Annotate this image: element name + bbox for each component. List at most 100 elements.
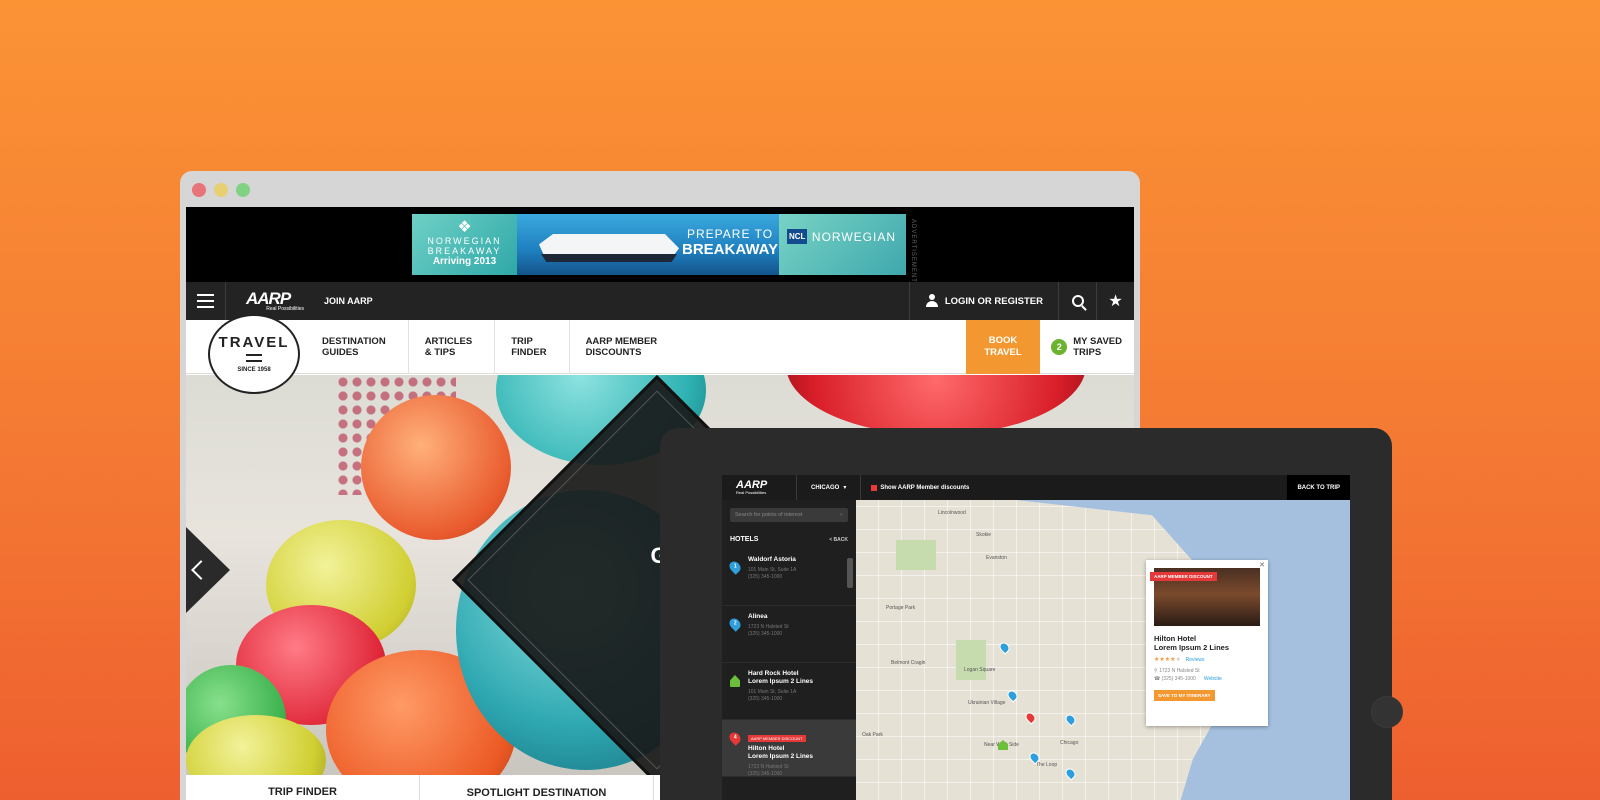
aarp-logo[interactable]: AARP Real Possibilities: [246, 288, 304, 312]
subnav-member-discounts[interactable]: AARP MEMBER DISCOUNTS: [570, 320, 680, 374]
travel-badge-word: TRAVEL: [218, 334, 290, 351]
close-window-dot[interactable]: [192, 183, 206, 197]
poi-search-input[interactable]: Search for points of interest ○: [730, 508, 848, 522]
hero-prev-arrow-icon[interactable]: [186, 527, 230, 613]
list-back-button[interactable]: < BACK: [829, 537, 848, 543]
hotels-sidebar: Search for points of interest ○ HOTELS <…: [722, 500, 856, 800]
subnav-trip-finder[interactable]: TRIP FINDER: [495, 319, 570, 374]
login-register-button[interactable]: LOGIN OR REGISTER: [908, 282, 1058, 320]
subnav-destination-guides[interactable]: DESTINATION GUIDES: [306, 319, 409, 374]
ad-bar: ❖ NORWEGIAN BREAKAWAY Arriving 2013 PREP…: [186, 207, 1134, 283]
top-nav-actions: LOGIN OR REGISTER ★: [908, 282, 1134, 320]
aarp-logo-word-small: AARP: [736, 479, 768, 491]
discount-toggle-label: Show AARP Member discounts: [880, 484, 970, 491]
sidebar-scrollbar[interactable]: [847, 558, 853, 588]
maximize-window-dot[interactable]: [236, 183, 250, 197]
map-label: Oak Park: [862, 732, 883, 738]
popup-discount-badge: AARP MEMBER DISCOUNT: [1150, 572, 1217, 581]
hamburger-menu-icon[interactable]: [186, 282, 226, 320]
popup-hotel-name: Hilton Hotel Lorem Ipsum 2 Lines: [1154, 634, 1230, 652]
map-label: Portage Park: [886, 605, 916, 611]
map-pin-icon: 2: [727, 616, 743, 632]
minimize-window-dot[interactable]: [214, 183, 228, 197]
map-label: Chicago: [1060, 740, 1079, 746]
search-button[interactable]: [1058, 282, 1096, 320]
hotel-list-item[interactable]: 2 Alinea 1723 N Halsted St (325) 345-100…: [722, 606, 856, 663]
tablet-mockup: AARP Real Possibilities CHICAGO ▾ Show A…: [660, 428, 1403, 800]
tablet-screen: AARP Real Possibilities CHICAGO ▾ Show A…: [722, 475, 1350, 800]
star-rating-filled: ★★★★: [1154, 657, 1176, 663]
hotel-address: 1723 N Halsted St (325) 345-1000: [748, 764, 789, 777]
chicago-map[interactable]: Lincolnwood Skokie Evanston Portage Park…: [856, 500, 1350, 800]
ad-right-panel: NCL NORWEGIAN: [779, 214, 906, 275]
popup-phone: (325) 345-1000: [1161, 676, 1196, 682]
book-travel-button[interactable]: BOOK TRAVEL: [966, 320, 1040, 374]
ad-cruise-ship-image: PREPARE TO BREAKAWAY: [517, 214, 779, 275]
map-label: Ukrainian Village: [968, 700, 1006, 706]
hotel-address: 1723 N Halsted St (325) 345-1000: [748, 624, 789, 637]
hotel-list-item[interactable]: 1 Waldorf Astoria 101 Main St, Suite 1A …: [722, 549, 856, 606]
hotels-title: HOTELS: [730, 536, 759, 543]
chevron-down-icon: ▾: [843, 485, 847, 491]
ad-left-title: BREAKAWAY: [427, 246, 502, 256]
join-aarp-link[interactable]: JOIN AARP: [324, 296, 373, 306]
wave-lines-icon: [246, 354, 262, 362]
star-rating-empty: ★: [1175, 657, 1181, 663]
map-park: [956, 640, 986, 680]
hotel-map-popup: ✕ AARP MEMBER DISCOUNT Hilton Hotel Lore…: [1146, 560, 1268, 726]
website-link[interactable]: Website: [1204, 676, 1222, 682]
home-pin-icon: [730, 675, 740, 687]
hotel-list-item-selected[interactable]: 4 AARP MEMBER DISCOUNT Hilton Hotel Lore…: [722, 720, 856, 777]
map-label: The Loop: [1036, 762, 1058, 768]
aarp-logo-small[interactable]: AARP Real Possibilities: [736, 479, 796, 496]
checkbox-icon: [871, 484, 878, 491]
member-discount-badge: AARP MEMBER DISCOUNT: [748, 735, 806, 742]
travel-badge-logo[interactable]: TRAVEL SINCE 1958: [208, 314, 300, 394]
ad-banner[interactable]: ❖ NORWEGIAN BREAKAWAY Arriving 2013 PREP…: [412, 214, 906, 275]
popup-address: 1723 N Halsted St: [1159, 668, 1200, 674]
saved-trips-link[interactable]: 2 MY SAVED TRIPS: [1051, 320, 1122, 374]
hotel-name: Hard Rock Hotel Lorem Ipsum 2 Lines: [748, 670, 814, 685]
map-label: Evanston: [986, 555, 1007, 561]
close-icon[interactable]: ✕: [1259, 561, 1265, 569]
login-label: LOGIN OR REGISTER: [944, 295, 1043, 307]
back-to-trip-button[interactable]: BACK TO TRIP: [1287, 475, 1350, 500]
location-pin-icon: ⚲: [1154, 668, 1158, 674]
map-marker-6[interactable]: [1063, 712, 1078, 727]
reviews-link[interactable]: Reviews: [1186, 657, 1205, 663]
hotels-list-header: HOTELS < BACK: [722, 530, 856, 549]
map-marker-7[interactable]: [1063, 766, 1078, 781]
aarp-logo-tagline-small: Real Possibilities: [736, 490, 767, 495]
tab-trip-finder[interactable]: TRIP FINDER: [186, 775, 420, 800]
map-marker-4-selected[interactable]: [1023, 710, 1038, 725]
travel-badge-since: SINCE 1958: [237, 367, 271, 373]
map-app-topbar: AARP Real Possibilities CHICAGO ▾ Show A…: [722, 475, 1350, 500]
aarp-logo-word: AARP: [246, 288, 291, 308]
hotel-name: Waldorf Astoria: [748, 556, 796, 563]
hotel-address: 101 Main St, Suite 1A (325) 345-1000: [748, 567, 797, 580]
popup-info: ⚲ 1723 N Halsted St ☎ (325) 345-1000 Webs…: [1154, 667, 1260, 683]
tablet-home-button[interactable]: [1371, 696, 1403, 728]
lantern: [786, 375, 1086, 435]
map-park: [896, 540, 936, 570]
hotel-address: 101 Main St, Suite 1A (325) 345-1000: [748, 689, 797, 702]
subnav-articles-tips[interactable]: ARTICLES & TIPS: [409, 319, 496, 374]
norwegian-wing-icon: ❖: [457, 219, 472, 236]
lantern: [361, 395, 511, 540]
phone-icon: ☎: [1154, 676, 1161, 682]
ad-left-arriving: Arriving 2013: [432, 256, 497, 267]
city-selector[interactable]: CHICAGO ▾: [796, 475, 862, 500]
favorites-button[interactable]: ★: [1096, 282, 1134, 320]
map-label: Lincolnwood: [938, 510, 966, 516]
tab-spotlight-destination[interactable]: SPOTLIGHT DESTINATION: [420, 775, 654, 800]
map-label: Belmont Cragin: [891, 660, 926, 666]
map-marker-2[interactable]: [1005, 688, 1020, 703]
window-controls: [192, 183, 250, 197]
discount-toggle[interactable]: Show AARP Member discounts: [871, 484, 970, 491]
hotel-list-item[interactable]: Hard Rock Hotel Lorem Ipsum 2 Lines 101 …: [722, 663, 856, 720]
map-pin-icon: 1: [727, 559, 743, 575]
saved-trips-label: MY SAVED TRIPS: [1073, 336, 1122, 358]
save-to-itinerary-button[interactable]: SAVE TO MY ITINERARY: [1154, 690, 1215, 701]
map-label: Logan Square: [964, 667, 996, 673]
map-marker-1[interactable]: [997, 640, 1012, 655]
